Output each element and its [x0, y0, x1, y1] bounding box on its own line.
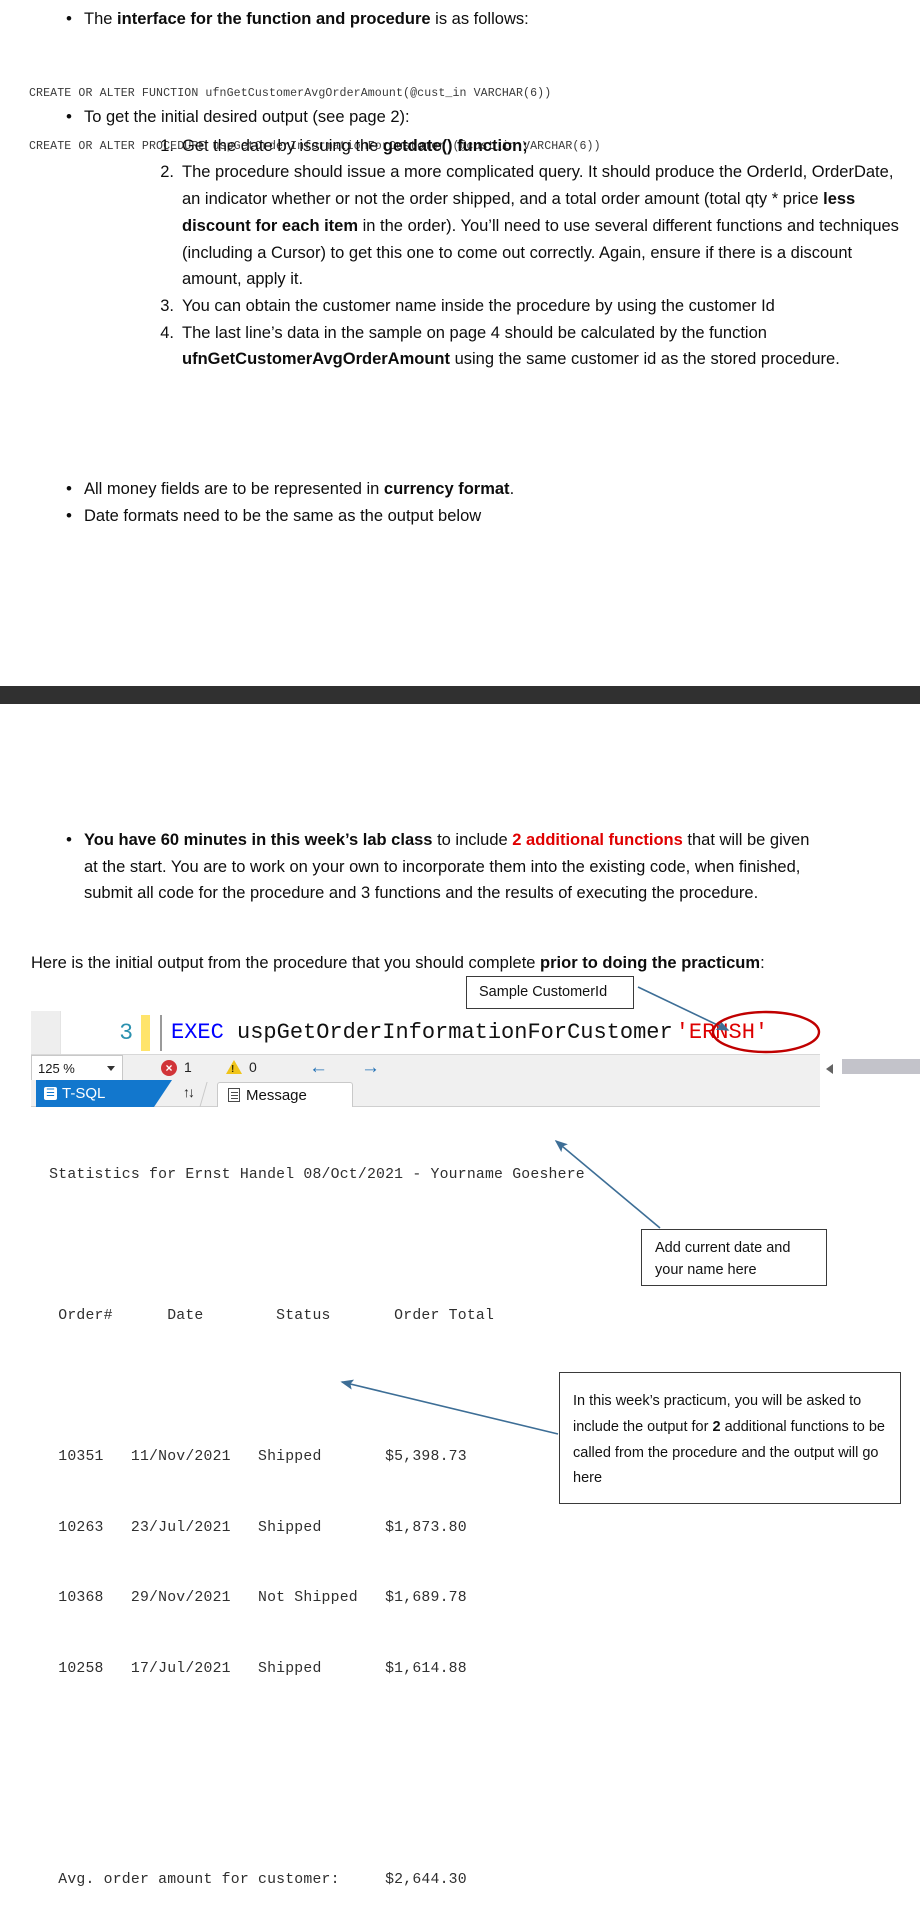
- step-1-number: 1.: [160, 136, 174, 155]
- bullet-interface-post: is as follows:: [430, 10, 529, 28]
- sql-procedure-name: uspGetOrderInformationForCustomer: [223, 1020, 673, 1045]
- callout-add-date-line2: your name here: [655, 1262, 757, 1279]
- lab-class-red-highlight: 2 additional functions: [512, 831, 683, 849]
- step-1-bold: getdate() function;: [382, 136, 528, 155]
- bullet-format-block: All money fields are to be represented i…: [58, 475, 903, 530]
- tsql-icon: ☰: [44, 1087, 57, 1100]
- output-footer-line: Avg. order amount for customer: $2,644.3…: [31, 1872, 467, 1888]
- tab-tsql-label: T-SQL: [62, 1085, 106, 1102]
- scroll-left-icon[interactable]: [826, 1064, 833, 1074]
- horizontal-scrollbar[interactable]: [426, 1056, 920, 1080]
- bullet-interface-bold: interface for the function and procedure: [117, 10, 431, 28]
- zoom-level-dropdown[interactable]: 125 %: [31, 1055, 123, 1081]
- callout-sample-customerid-label: Sample CustomerId: [479, 984, 608, 1001]
- bullet-output-steps-block: To get the initial desired output (see p…: [58, 103, 903, 373]
- tab-message-label: Message: [246, 1086, 307, 1104]
- intro-paragraph: Here is the initial output from the proc…: [31, 950, 821, 977]
- callout-add-date-line1: Add current date and: [655, 1240, 791, 1256]
- step-2-number: 2.: [160, 163, 174, 182]
- editor-code-row[interactable]: 3 EXEC uspGetOrderInformationForCustomer…: [31, 1011, 820, 1054]
- bullet-item-date-format: Date formats need to be the same as the …: [58, 502, 903, 530]
- bullet-interface-pre: The: [84, 10, 118, 28]
- scrollbar-thumb[interactable]: [842, 1059, 920, 1074]
- page-break-band: [0, 686, 920, 704]
- error-icon-glyph: ×: [165, 1061, 173, 1075]
- tab-divider: [199, 1082, 208, 1107]
- bullet-interface-block: The interface for the function and proce…: [58, 5, 898, 33]
- output-blank-3: [31, 1728, 731, 1752]
- error-icon: ×: [161, 1060, 177, 1076]
- output-header-line: Statistics for Ernst Handel 08/Oct/2021 …: [31, 1167, 585, 1183]
- step-4-bold: ufnGetCustomerAvgOrderAmount: [182, 350, 450, 369]
- output-column-header: Order# Date Status Order Total: [31, 1308, 495, 1324]
- output-row-4: 10258 17/Jul/2021 Shipped $1,614.88: [31, 1660, 467, 1677]
- message-icon: [228, 1088, 240, 1102]
- intro-post: :: [760, 954, 765, 972]
- step-3-pre: You can obtain the customer name inside …: [182, 297, 775, 316]
- step-1-pre: Get the date by issuing the: [182, 136, 383, 155]
- callout-practicum-note: In this week’s practicum, you will be as…: [559, 1372, 901, 1504]
- bullet-currency-pre: All money fields are to be represented i…: [84, 480, 384, 498]
- zoom-level-value: 125 %: [38, 1060, 75, 1076]
- warning-icon-glyph: !: [231, 1064, 235, 1075]
- numbered-steps-list: 1. Get the date by issuing the getdate() …: [148, 133, 903, 373]
- tab-tsql[interactable]: ☰ T-SQL: [36, 1080, 172, 1107]
- sql-string-literal-customerid: 'ERNSH': [675, 1020, 769, 1045]
- bullet-practicum-block: You have 60 minutes in this week’s lab c…: [58, 826, 818, 907]
- intro-bold: prior to doing the practicum: [540, 954, 761, 972]
- output-blank-4: [31, 1799, 731, 1823]
- lab-class-bold: You have 60 minutes in this week’s lab c…: [84, 831, 433, 849]
- editor-change-bar: [141, 1015, 150, 1051]
- bullet-currency-bold: currency format: [383, 480, 510, 498]
- lab-class-mid: to include: [432, 831, 513, 849]
- editor-separator-line: [160, 1015, 162, 1051]
- callout-sample-customerid: Sample CustomerId: [466, 976, 634, 1009]
- bullet-initial-output-label: To get the initial desired output (see p…: [84, 108, 410, 126]
- callout-add-current-date: Add current date and your name here: [641, 1229, 827, 1286]
- editor-left-margin: [31, 1011, 61, 1054]
- warning-count: 0: [249, 1059, 257, 1075]
- editor-line-number: 3: [119, 1019, 133, 1046]
- editor-status-strip: 125 % × 1 ! 0 ← →: [31, 1054, 920, 1081]
- bullet-item-lab-class: You have 60 minutes in this week’s lab c…: [58, 826, 818, 907]
- step-4-number: 4.: [160, 323, 174, 342]
- output-blank-1: [31, 1235, 731, 1259]
- sort-toggle-icon[interactable]: ↑↓: [183, 1084, 195, 1100]
- list-item-step-4: 4. The last line’s data in the sample on …: [148, 320, 903, 373]
- list-item-step-3: 3. You can obtain the customer name insid…: [148, 293, 903, 320]
- editor-code-text[interactable]: EXEC uspGetOrderInformationForCustomer 'E…: [171, 1011, 768, 1054]
- error-count: 1: [184, 1059, 192, 1075]
- ssms-editor-panel: 3 EXEC uspGetOrderInformationForCustomer…: [31, 1011, 920, 1107]
- navigate-back-icon[interactable]: ←: [309, 1057, 328, 1079]
- navigate-forward-icon[interactable]: →: [361, 1057, 380, 1079]
- step-4-post: using the same customer id as the stored…: [449, 350, 840, 369]
- list-item-step-2: 2. The procedure should issue a more comp…: [148, 159, 903, 293]
- code-line-function: CREATE OR ALTER FUNCTION ufnGetCustomerA…: [29, 87, 552, 101]
- bullet-item-interface: The interface for the function and proce…: [58, 5, 898, 33]
- callout-practicum-bold: 2: [712, 1418, 721, 1435]
- list-item-step-1: 1. Get the date by issuing the getdate() …: [148, 133, 903, 160]
- bullet-date-format-label: Date formats need to be the same as the …: [84, 506, 482, 525]
- output-row-2: 10263 23/Jul/2021 Shipped $1,873.80: [31, 1519, 467, 1536]
- bullet-currency-post: .: [509, 480, 515, 498]
- chevron-down-icon: [107, 1066, 115, 1071]
- step-2-pre: The procedure should issue a more compli…: [182, 163, 894, 209]
- bullet-item-currency-format: All money fields are to be represented i…: [58, 475, 903, 503]
- intro-pre: Here is the initial output from the proc…: [31, 954, 541, 972]
- sql-keyword-exec: EXEC: [171, 1020, 224, 1045]
- step-3-number: 3.: [160, 297, 174, 316]
- bullet-item-initial-output: To get the initial desired output (see p…: [58, 103, 903, 373]
- output-row-3: 10368 29/Nov/2021 Not Shipped $1,689.78: [31, 1590, 467, 1606]
- step-4-pre: The last line’s data in the sample on pa…: [182, 323, 767, 342]
- editor-tab-bar: ☰ T-SQL ↑↓ Message: [31, 1080, 820, 1107]
- tab-message[interactable]: Message: [217, 1082, 353, 1107]
